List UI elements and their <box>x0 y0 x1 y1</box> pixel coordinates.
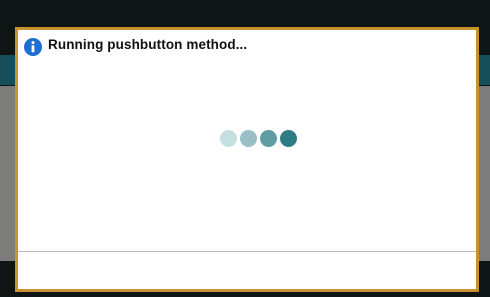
spinner-dot-1 <box>220 130 237 147</box>
background-panel-right <box>478 86 490 261</box>
dialog-footer <box>18 252 476 289</box>
dialog-title: Running pushbutton method... <box>48 36 248 52</box>
dialog-header: Running pushbutton method... <box>24 36 248 56</box>
spinner-dot-3 <box>260 130 277 147</box>
spinner-dot-4 <box>280 130 297 147</box>
loading-spinner <box>220 130 297 147</box>
info-icon <box>24 38 42 56</box>
progress-dialog: Running pushbutton method... <box>15 27 479 292</box>
background-header-band-right <box>478 55 490 85</box>
spinner-dot-2 <box>240 130 257 147</box>
